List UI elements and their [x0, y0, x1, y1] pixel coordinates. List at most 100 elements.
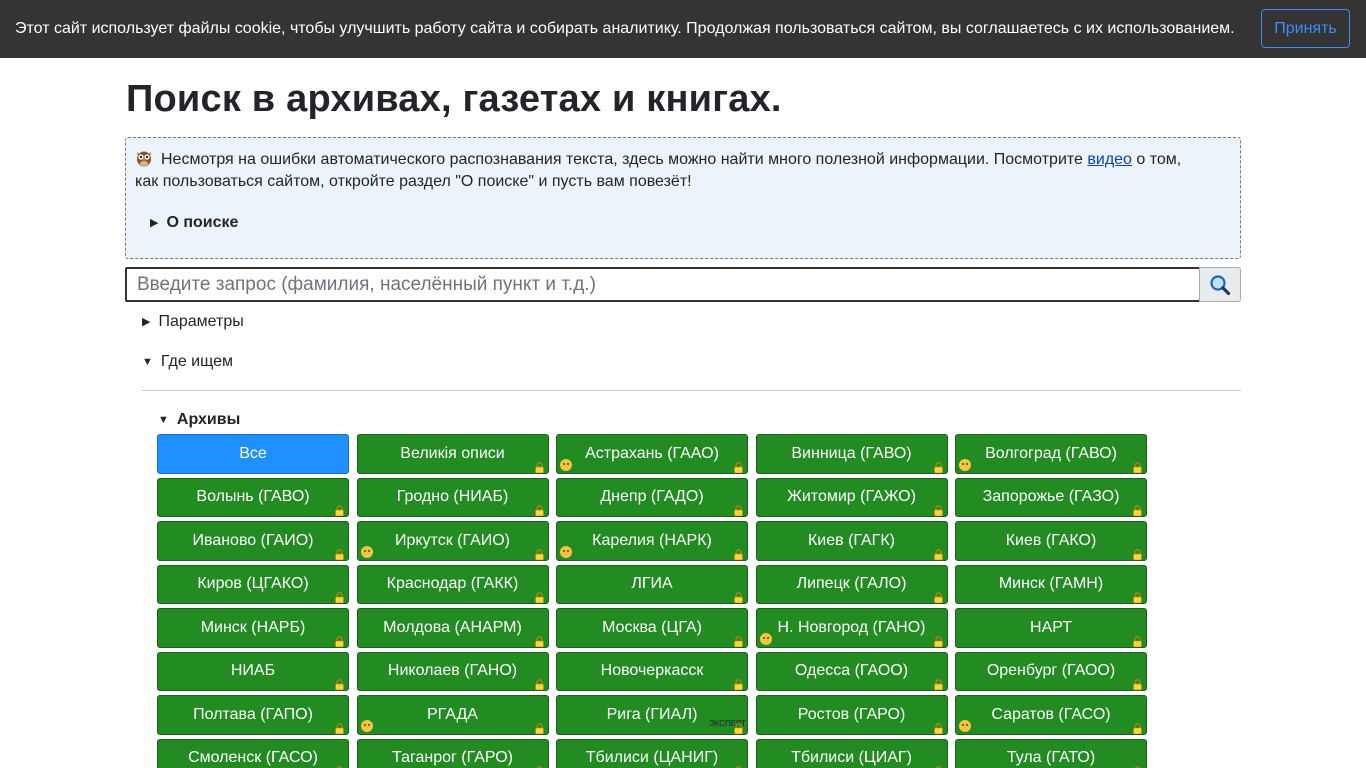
lock-icon: [335, 721, 344, 734]
lock-icon: [734, 764, 743, 768]
archive-button-label: Иваново (ГАИО): [192, 531, 314, 549]
archive-button[interactable]: Житомир (ГАЖО): [755, 477, 948, 517]
archive-button-label: Полтава (ГАПО): [193, 705, 313, 723]
archive-button-label: РГАДА: [427, 705, 478, 723]
lock-icon: [734, 503, 743, 517]
archive-button[interactable]: Тбилиси (ЦАНИГ): [556, 738, 748, 768]
archive-button[interactable]: Гродно (НИАБ): [356, 477, 549, 517]
lock-icon: [1133, 677, 1142, 691]
archive-button[interactable]: Волынь (ГАВО): [157, 477, 349, 517]
lock-icon: [535, 764, 544, 768]
video-link[interactable]: видео: [1087, 151, 1132, 168]
archive-button[interactable]: Таганрог (ГАРО): [356, 738, 549, 768]
archive-button[interactable]: НИАБ: [157, 651, 349, 691]
owl-icon: [137, 151, 151, 167]
lock-icon: [734, 721, 743, 734]
archive-button[interactable]: Карелия (НАРК): [556, 521, 748, 561]
archive-button[interactable]: Все: [157, 434, 349, 474]
lock-icon: [1133, 764, 1142, 768]
sad-face-icon: [759, 632, 772, 645]
archive-button[interactable]: Днепр (ГАДО): [556, 477, 748, 517]
magnifier-icon: [1210, 274, 1231, 295]
where-search-toggle[interactable]: ▼ Где ищем: [142, 353, 233, 371]
archive-button-label: Великія описи: [400, 444, 505, 462]
archive-button[interactable]: РГАДА: [356, 695, 549, 735]
archive-button[interactable]: Тула (ГАТО): [955, 738, 1147, 768]
archive-button-label: Рига (ГИАЛ): [606, 705, 698, 723]
archive-button[interactable]: Киев (ГАКО): [955, 521, 1147, 561]
archive-button-label: Все: [239, 444, 267, 462]
archive-button-label: Винница (ГАВО): [791, 444, 912, 462]
archive-button[interactable]: Николаев (ГАНО): [356, 651, 549, 691]
archive-button-label: Житомир (ГАЖО): [787, 488, 916, 506]
archive-button[interactable]: Москва (ЦГА): [556, 608, 748, 648]
lock-icon: [335, 503, 344, 517]
archive-button[interactable]: Смоленск (ГАСО): [157, 738, 349, 768]
archive-button[interactable]: Липецк (ГАЛО): [755, 564, 948, 604]
archive-button[interactable]: Минск (НАРБ): [157, 608, 349, 648]
lock-icon: [534, 677, 544, 691]
parameters-toggle[interactable]: ▶ Параметры: [142, 313, 244, 331]
archive-button[interactable]: Тбилиси (ЦИАГ): [755, 738, 948, 768]
archive-button-label: Смоленск (ГАСО): [188, 749, 318, 767]
archives-toggle[interactable]: ▼ Архивы: [158, 411, 240, 429]
archive-button[interactable]: Одесса (ГАОО): [755, 651, 948, 691]
lock-icon: [734, 634, 743, 647]
cookie-accept-button[interactable]: Принять: [1261, 9, 1350, 48]
archive-button-label: Волгоград (ГАВО): [985, 444, 1117, 462]
archive-button-label: Н. Новгород (ГАНО): [777, 618, 926, 636]
archive-button-label: Краснодар (ГАКК): [386, 575, 519, 593]
archive-button[interactable]: Н. Новгород (ГАНО): [755, 608, 948, 648]
archive-button[interactable]: Винница (ГАВО): [755, 434, 948, 474]
lock-icon: [534, 721, 544, 734]
parameters-label: Параметры: [158, 313, 244, 330]
archive-button-label: Тбилиси (ЦАНИГ): [585, 749, 719, 767]
archive-button-label: Днепр (ГАДО): [600, 488, 704, 506]
archive-button[interactable]: Молдова (АНАРМ): [356, 608, 549, 648]
archive-button[interactable]: Полтава (ГАПО): [157, 695, 349, 735]
search-input[interactable]: [125, 267, 1201, 302]
archive-button-label: Гродно (НИАБ): [396, 488, 509, 506]
sad-face-icon: [959, 458, 971, 471]
page-title: Поиск в архивах, газетах и книгах.: [126, 78, 782, 120]
cookie-banner: Этот сайт использует файлы cookie, чтобы…: [0, 0, 1366, 58]
info-line-1: Несмотря на ошибки автоматического распо…: [135, 149, 1181, 169]
archive-button[interactable]: НАРТ: [955, 608, 1147, 648]
where-search-label: Где ищем: [160, 353, 233, 370]
archive-button[interactable]: Киев (ГАГК): [755, 521, 948, 561]
lock-icon: [534, 503, 544, 517]
lock-icon: [1133, 547, 1142, 560]
archive-button[interactable]: Ростов (ГАРО): [755, 695, 948, 735]
archive-button-label: Одесса (ГАОО): [794, 662, 909, 680]
info-box: Несмотря на ошибки автоматического распо…: [125, 137, 1241, 259]
archive-button[interactable]: Великія описи: [356, 434, 549, 474]
cookie-text: Этот сайт использует файлы cookie, чтобы…: [15, 20, 1235, 37]
archive-button[interactable]: Астрахань (ГААО): [556, 434, 748, 474]
archive-button-label: Волынь (ГАВО): [196, 488, 310, 506]
archive-button-label: Таганрог (ГАРО): [392, 749, 513, 767]
lock-icon: [734, 460, 743, 473]
archive-button[interactable]: Волгоград (ГАВО): [955, 434, 1147, 474]
archive-button[interactable]: Новочеркасск: [556, 651, 748, 691]
about-search-toggle[interactable]: ▶ О поиске: [150, 214, 238, 232]
lock-icon: [734, 677, 743, 691]
archive-button[interactable]: ЛГИА: [556, 564, 748, 604]
archive-button[interactable]: Рига (ГИАЛ) ЭКСПЕРТ: [556, 695, 748, 735]
archive-button[interactable]: Минск (ГАМН): [955, 564, 1147, 604]
archive-button[interactable]: Оренбург (ГАОО): [955, 651, 1147, 691]
archive-button[interactable]: Саратов (ГАСО): [955, 695, 1147, 735]
lock-icon: [734, 590, 743, 604]
triangle-down-icon: ▼: [158, 414, 169, 426]
archive-button[interactable]: Иваново (ГАИО): [157, 521, 349, 561]
lock-icon: [534, 460, 544, 473]
triangle-right-icon: ▶: [142, 316, 151, 328]
archive-button[interactable]: Запорожье (ГАЗО): [955, 477, 1147, 517]
triangle-right-icon: ▶: [150, 217, 159, 229]
search-button[interactable]: [1199, 267, 1241, 302]
lock-icon: [734, 547, 743, 560]
archive-button-label: Новочеркасск: [600, 662, 704, 680]
archive-button[interactable]: Киров (ЦГАКО): [157, 564, 349, 604]
archive-button[interactable]: Иркутск (ГАИО): [356, 521, 549, 561]
archive-button[interactable]: Краснодар (ГАКК): [356, 564, 549, 604]
triangle-down-icon: ▼: [142, 356, 153, 368]
